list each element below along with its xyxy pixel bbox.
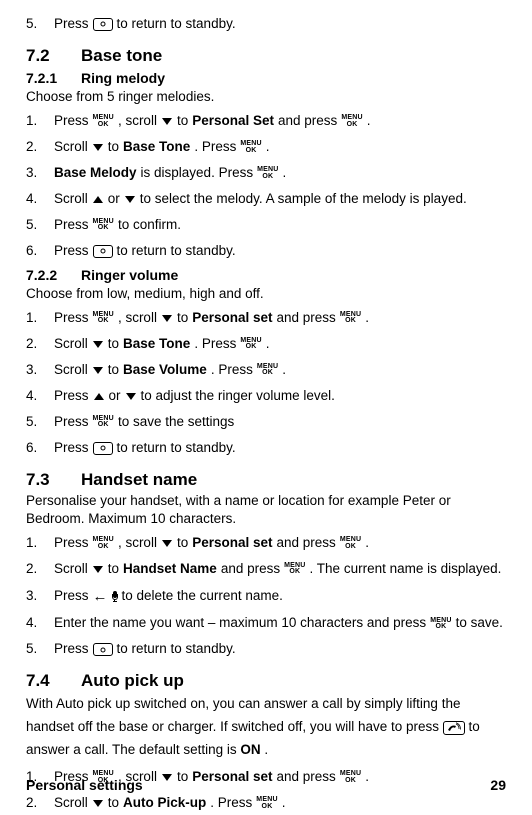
list-item: 5.PressMENUOKto confirm.	[26, 214, 506, 237]
menu-ok-icon: MENUOK	[93, 537, 114, 550]
down-icon	[92, 365, 104, 376]
bold-term: Personal Set	[192, 110, 274, 133]
list-item: 6.Pressto return to standby.	[26, 240, 506, 263]
bold-term: Base Tone	[123, 333, 190, 356]
down-icon	[161, 538, 173, 549]
bold-term: Base Tone	[123, 136, 190, 159]
orphan-steps: 5. Press to return to standby.	[26, 13, 506, 36]
list-item: 3.ScrolltoBase Volume. PressMENUOK.	[26, 359, 506, 382]
step-number: 5.	[26, 214, 50, 237]
menu-ok-icon: MENUOK	[257, 364, 278, 377]
step-number: 5.	[26, 638, 50, 661]
step-number: 1.	[26, 532, 50, 555]
down-icon	[92, 339, 104, 350]
step-number: 2.	[26, 792, 50, 815]
list-item: 2.ScrolltoAuto Pick-up. PressMENUOK.	[26, 792, 506, 815]
menu-ok-icon: MENUOK	[256, 797, 277, 810]
bold-term: ON	[240, 742, 260, 757]
standby-icon	[93, 643, 113, 656]
intro-text: With Auto pick up switched on, you can a…	[26, 693, 506, 762]
steps-7-2-2: 1.PressMENUOK, scrolltoPersonal setand p…	[26, 307, 506, 460]
menu-ok-icon: MENUOK	[430, 618, 451, 631]
intro-text: Personalise your handset, with a name or…	[26, 492, 506, 528]
step-number: 5.	[26, 411, 50, 434]
step-number: 4.	[26, 385, 50, 408]
list-item: 6.Pressto return to standby.	[26, 437, 506, 460]
bold-term: Base Volume	[123, 359, 207, 382]
menu-ok-icon: MENUOK	[284, 563, 305, 576]
step-number: 2.	[26, 333, 50, 356]
list-item: 4.Pressorto adjust the ringer volume lev…	[26, 385, 506, 408]
steps-7-3: 1.PressMENUOK, scrolltoPersonal setand p…	[26, 532, 506, 661]
page-footer: Personal settings 29	[26, 777, 506, 793]
menu-ok-icon: MENUOK	[257, 167, 278, 180]
list-item: 3.Press←to delete the current name.	[26, 584, 506, 610]
footer-page-number: 29	[490, 777, 506, 793]
step-number: 6.	[26, 240, 50, 263]
list-item: 1.PressMENUOK, scrolltoPersonal setand p…	[26, 307, 506, 330]
down-icon	[124, 194, 136, 205]
step-number: 6.	[26, 437, 50, 460]
step-number: 3.	[26, 359, 50, 382]
menu-ok-icon: MENUOK	[340, 312, 361, 325]
menu-ok-icon: MENUOK	[93, 312, 114, 325]
step-number: 2.	[26, 558, 50, 581]
standby-icon	[93, 18, 113, 31]
list-item: 5.Pressto return to standby.	[26, 638, 506, 661]
microphone-icon	[112, 591, 118, 603]
bold-term: Handset Name	[123, 558, 217, 581]
call-icon	[443, 721, 465, 735]
step-number: 3.	[26, 585, 50, 608]
list-item: 2.ScrolltoBase Tone. PressMENUOK.	[26, 333, 506, 356]
standby-icon	[93, 442, 113, 455]
down-icon	[92, 564, 104, 575]
list-item: 2.ScrolltoHandset Nameand pressMENUOK. T…	[26, 558, 506, 581]
menu-ok-icon: MENUOK	[341, 115, 362, 128]
menu-ok-icon: MENUOK	[93, 219, 114, 232]
section-heading-7-2: 7.2Base tone	[26, 46, 506, 66]
subsection-heading-7-2-1: 7.2.1Ring melody	[26, 70, 506, 86]
bold-term: Auto Pick-up	[123, 792, 206, 815]
down-icon	[161, 116, 173, 127]
list-item: 3.Base Melodyis displayed. PressMENUOK.	[26, 162, 506, 185]
step-number: 5.	[26, 13, 50, 36]
standby-icon	[93, 245, 113, 258]
down-icon	[125, 391, 137, 402]
up-icon	[92, 194, 104, 205]
menu-ok-icon: MENUOK	[340, 537, 361, 550]
step-number: 4.	[26, 612, 50, 635]
list-item: 5. Press to return to standby.	[26, 13, 506, 36]
list-item: 2.ScrolltoBase Tone. PressMENUOK.	[26, 136, 506, 159]
list-item: 1.PressMENUOK, scrolltoPersonal Setand p…	[26, 110, 506, 133]
list-item: 5.PressMENUOKto save the settings	[26, 411, 506, 434]
steps-7-2-1: 1.PressMENUOK, scrolltoPersonal Setand p…	[26, 110, 506, 263]
intro-text: Choose from 5 ringer melodies.	[26, 88, 506, 106]
step-number: 1.	[26, 307, 50, 330]
subsection-heading-7-2-2: 7.2.2Ringer volume	[26, 267, 506, 283]
up-icon	[93, 391, 105, 402]
down-icon	[92, 142, 104, 153]
down-icon	[92, 798, 104, 809]
step-number: 1.	[26, 110, 50, 133]
step-number: 3.	[26, 162, 50, 185]
list-item: 4.Enter the name you want – maximum 10 c…	[26, 612, 506, 635]
intro-text: Choose from low, medium, high and off.	[26, 285, 506, 303]
section-heading-7-4: 7.4Auto pick up	[26, 671, 506, 691]
step-number: 2.	[26, 136, 50, 159]
bold-term: Personal set	[192, 307, 272, 330]
footer-title: Personal settings	[26, 777, 143, 793]
section-heading-7-3: 7.3Handset name	[26, 470, 506, 490]
bold-term: Base Melody	[54, 162, 137, 185]
menu-ok-icon: MENUOK	[93, 416, 114, 429]
menu-ok-icon: MENUOK	[240, 338, 261, 351]
left-arrow-icon: ←	[93, 584, 108, 610]
menu-ok-icon: MENUOK	[240, 141, 261, 154]
step-number: 4.	[26, 188, 50, 211]
bold-term: Personal set	[192, 532, 272, 555]
list-item: 1.PressMENUOK, scrolltoPersonal setand p…	[26, 532, 506, 555]
menu-ok-icon: MENUOK	[93, 115, 114, 128]
down-icon	[161, 313, 173, 324]
list-item: 4.Scrollorto select the melody. A sample…	[26, 188, 506, 211]
